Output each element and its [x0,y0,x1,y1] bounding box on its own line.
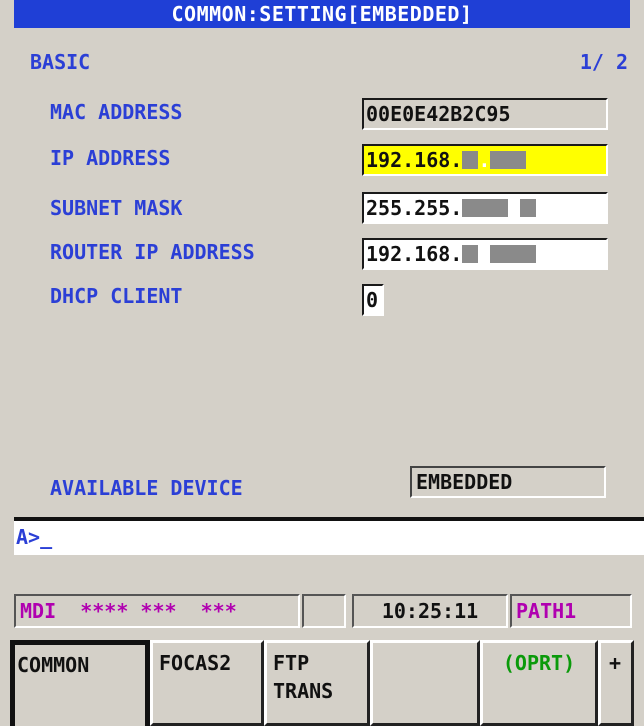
ip-address-field[interactable]: 192.168.. [362,144,608,176]
router-ip-field[interactable]: 192.168.. [362,238,608,270]
subnet-mask-field[interactable]: 255.255.. [362,192,608,224]
mac-address-field[interactable]: 00E0E42B2C95 [362,98,608,130]
redaction-mask [462,245,479,263]
softkey-operation[interactable]: (OPRT) [480,640,598,726]
section-label: BASIC [30,50,91,74]
router-ip-label: ROUTER IP ADDRESS [50,240,255,264]
cnc-screen: COMMON:SETTING[EMBEDDED] BASIC 1/ 2 MAC … [0,0,644,726]
window-title: COMMON:SETTING[EMBEDDED] [14,0,630,28]
redaction-mask [490,245,537,263]
subnet-mask-value: 255.255. [366,196,463,220]
softkey-label: + [609,651,622,675]
softkey-label: (OPRT) [502,651,576,675]
router-ip-value: 192.168. [366,242,463,266]
key-input-line[interactable]: A>_ [14,521,644,555]
softkey-common[interactable]: COMMON [10,640,150,726]
redaction-mask [520,199,537,217]
mac-address-value: 00E0E42B2C95 [366,102,511,126]
ip-address-value: 192.168. [366,148,463,172]
softkey-next[interactable]: + [598,640,634,726]
ip-address-label: IP ADDRESS [50,146,171,170]
available-device-label: AVAILABLE DEVICE [50,476,243,500]
softkey-ftp-trans[interactable]: FTP TRANS [264,640,370,726]
softkey-label: FTP [273,651,310,675]
status-mode: MDI **** *** *** [14,594,300,628]
redaction-mask [490,151,527,169]
softkey-label: FOCAS2 [159,651,232,675]
dhcp-client-value: 0 [366,288,379,312]
status-blank [302,594,346,628]
page-indicator: 1/ 2 [579,50,628,74]
redaction-mask [462,199,509,217]
dhcp-client-field[interactable]: 0 [362,284,384,316]
status-path: PATH1 [510,594,632,628]
softkey-label: COMMON [17,653,90,677]
status-clock: 10:25:11 [352,594,508,628]
subnet-mask-label: SUBNET MASK [50,196,183,220]
softkey-empty[interactable] [370,640,480,726]
softkey-focas2[interactable]: FOCAS2 [150,640,264,726]
dhcp-client-label: DHCP CLIENT [50,284,183,308]
redaction-mask [462,151,479,169]
mac-address-label: MAC ADDRESS [50,100,183,124]
available-device-field[interactable]: EMBEDDED [410,466,606,498]
softkey-label-line2: TRANS [273,679,334,703]
